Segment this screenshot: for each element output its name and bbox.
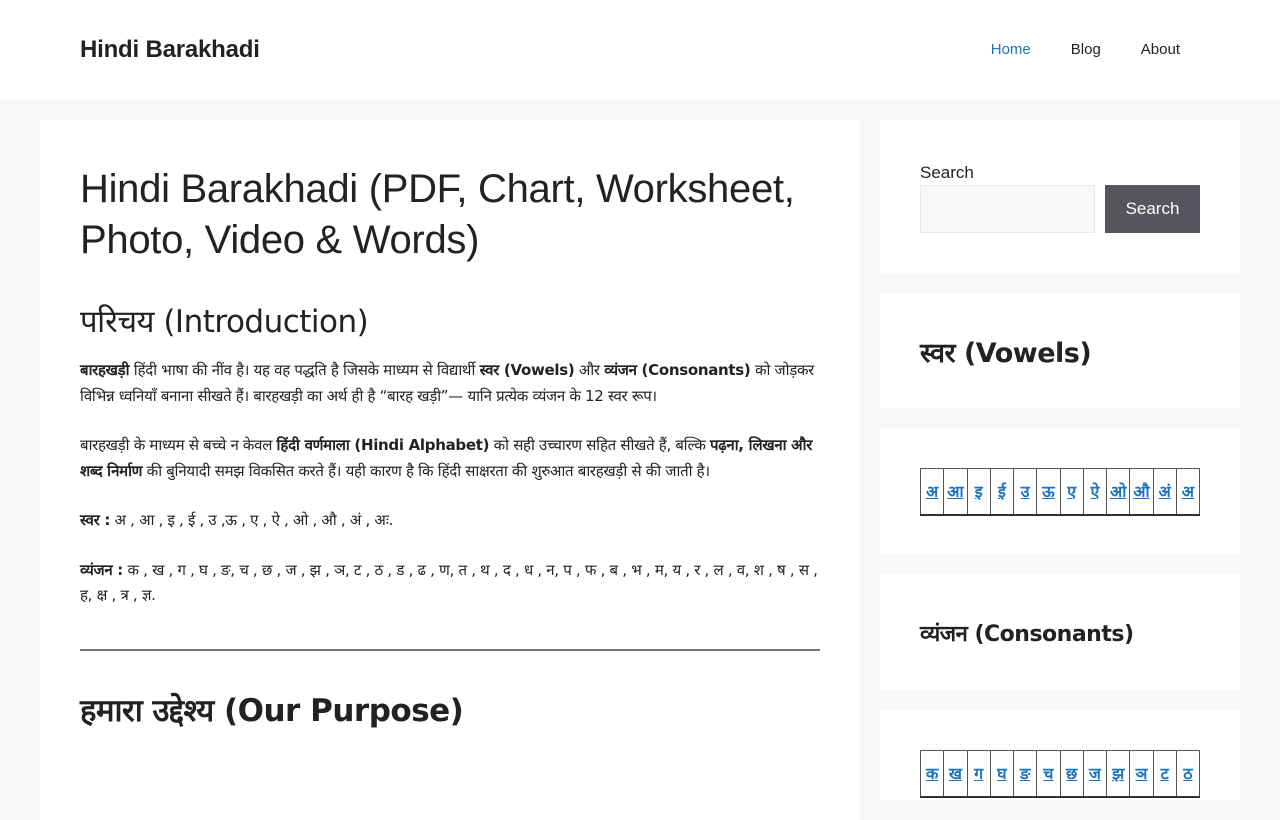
consonant-cell: ञ bbox=[1129, 750, 1154, 798]
bold-vowels: स्वर (Vowels) bbox=[479, 361, 575, 379]
site-title-link[interactable]: Hindi Barakhadi bbox=[80, 36, 260, 64]
article-content: Hindi Barakhadi (PDF, Chart, Worksheet, … bbox=[80, 164, 820, 731]
consonant-cell: च bbox=[1036, 750, 1061, 798]
consonant-link[interactable]: ङ bbox=[1020, 764, 1030, 783]
vowels-table-widget: अ आ इ ई उ ऊ ए ऐ ओ औ अं अ bbox=[880, 428, 1240, 554]
vowel-link[interactable]: औ bbox=[1133, 482, 1149, 501]
consonant-cell: छ bbox=[1059, 750, 1084, 798]
vowel-cell: अं bbox=[1152, 468, 1177, 516]
vowel-link[interactable]: अ bbox=[1182, 482, 1194, 501]
consonant-link[interactable]: ठ bbox=[1183, 764, 1192, 783]
vowel-cell: आ bbox=[943, 468, 968, 516]
text-span: और bbox=[574, 361, 605, 379]
page-title: Hindi Barakhadi (PDF, Chart, Worksheet, … bbox=[80, 167, 795, 262]
vowels-label: स्वर : bbox=[80, 511, 111, 529]
search-button[interactable]: Search bbox=[1105, 185, 1200, 233]
vowel-link[interactable]: अ bbox=[926, 482, 938, 501]
consonant-cell: ज bbox=[1082, 750, 1108, 798]
nav-home[interactable]: Home bbox=[991, 41, 1031, 58]
consonant-link[interactable]: ज bbox=[1089, 764, 1101, 783]
consonant-cell: झ bbox=[1105, 750, 1131, 798]
consonant-cell: ट bbox=[1152, 750, 1177, 798]
search-label: Search bbox=[920, 163, 974, 182]
vowels-table: अ आ इ ई उ ऊ ए ऐ ओ औ अं अ bbox=[919, 468, 1201, 516]
consonants-list-paragraph: व्यंजन : क , ख , ग , घ , ङ, च , छ , ज , … bbox=[80, 558, 820, 609]
benefits-paragraph: बारहखड़ी के माध्यम से बच्चे न केवल हिंदी… bbox=[80, 433, 820, 484]
bold-hindi-alphabet: हिंदी वर्णमाला (Hindi Alphabet) bbox=[276, 436, 490, 454]
vowel-cell: ए bbox=[1059, 468, 1084, 516]
vowels-widget-heading: स्वर (Vowels) bbox=[920, 338, 1092, 369]
consonant-link[interactable]: क bbox=[926, 764, 938, 783]
vowels-list-paragraph: स्वर : अ , आ , इ , ई , उ ,ऊ , ए , ऐ , ओ … bbox=[80, 508, 820, 534]
vowel-link[interactable]: ए bbox=[1067, 482, 1076, 501]
consonant-link[interactable]: झ bbox=[1112, 764, 1124, 783]
consonants-label: व्यंजन : bbox=[80, 560, 124, 579]
vowel-link[interactable]: इ bbox=[975, 482, 983, 501]
bold-barakhadi: बारहखड़ी bbox=[80, 361, 130, 379]
consonant-cell: ठ bbox=[1175, 750, 1201, 798]
consonant-cell: ङ bbox=[1012, 750, 1038, 798]
vowel-link[interactable]: अं bbox=[1159, 482, 1171, 501]
site-header: Hindi Barakhadi Home Blog About bbox=[0, 0, 1280, 100]
vowel-link[interactable]: आ bbox=[947, 482, 963, 501]
vowel-link[interactable]: ओ bbox=[1110, 482, 1126, 501]
consonants-widget-heading: व्यंजन (Consonants) bbox=[920, 622, 1134, 647]
purpose-heading: हमारा उद्देश्य (Our Purpose) bbox=[80, 692, 464, 729]
intro-paragraph: बारहखड़ी हिंदी भाषा की नींव है। यह वह पद… bbox=[80, 358, 820, 409]
vowel-link[interactable]: ऊ bbox=[1042, 482, 1055, 501]
consonants-list: क , ख , ग , घ , ङ, च , छ , ज , झ , ञ, ट … bbox=[80, 560, 818, 605]
vowel-cell: ओ bbox=[1105, 468, 1131, 516]
consonant-link[interactable]: च bbox=[1043, 764, 1053, 783]
vowel-cell: अ bbox=[919, 468, 945, 516]
text-span: हिंदी भाषा की नींव है। यह वह पद्धति है ज… bbox=[129, 361, 480, 379]
consonants-table: क ख ग घ ङ च छ ज झ ञ ट ठ bbox=[919, 750, 1201, 798]
bold-consonants: व्यंजन (Consonants) bbox=[604, 361, 751, 379]
text-span: की बुनियादी समझ विकसित करते हैं। यही कार… bbox=[142, 461, 710, 480]
consonant-link[interactable]: ट bbox=[1161, 764, 1169, 783]
consonants-heading-widget: व्यंजन (Consonants) bbox=[880, 574, 1240, 690]
vowel-link[interactable]: ऐ bbox=[1090, 482, 1099, 501]
vowel-cell: उ bbox=[1012, 468, 1038, 516]
section-divider bbox=[80, 648, 820, 651]
nav-blog[interactable]: Blog bbox=[1071, 41, 1101, 58]
consonant-cell: घ bbox=[989, 750, 1015, 798]
article-card: Hindi Barakhadi (PDF, Chart, Worksheet, … bbox=[40, 120, 860, 820]
vowel-link[interactable]: ई bbox=[998, 482, 1006, 501]
vowel-cell: ई bbox=[989, 468, 1015, 516]
consonant-cell: क bbox=[919, 750, 945, 798]
consonants-table-widget: क ख ग घ ङ च छ ज झ ञ ट ठ bbox=[880, 710, 1240, 800]
text-span: को सही उच्चारण सहित सीखते हैं, बल्कि bbox=[489, 436, 711, 454]
consonant-link[interactable]: ग bbox=[974, 764, 983, 783]
main-nav: Home Blog About bbox=[951, 41, 1180, 58]
vowel-cell: ऊ bbox=[1036, 468, 1061, 516]
search-input[interactable] bbox=[920, 185, 1095, 233]
search-widget: Search Search bbox=[880, 120, 1240, 273]
vowel-cell: इ bbox=[966, 468, 991, 516]
vowel-cell: औ bbox=[1129, 468, 1154, 516]
intro-heading: परिचय (Introduction) bbox=[80, 304, 369, 340]
text-span: बारहखड़ी के माध्यम से बच्चे न केवल bbox=[80, 436, 277, 454]
vowel-cell: अ bbox=[1175, 468, 1201, 516]
consonant-cell: ख bbox=[943, 750, 968, 798]
vowel-cell: ऐ bbox=[1082, 468, 1108, 516]
vowels-list: अ , आ , इ , ई , उ ,ऊ , ए , ऐ , ओ , औ , अ… bbox=[110, 511, 394, 529]
consonant-cell: ग bbox=[966, 750, 991, 798]
consonant-link[interactable]: ञ bbox=[1135, 764, 1147, 783]
vowel-link[interactable]: उ bbox=[1021, 482, 1030, 501]
vowels-heading-widget: स्वर (Vowels) bbox=[880, 293, 1240, 408]
nav-about[interactable]: About bbox=[1141, 41, 1180, 58]
consonant-link[interactable]: ख bbox=[949, 764, 962, 783]
consonant-link[interactable]: घ bbox=[997, 764, 1006, 783]
consonant-link[interactable]: छ bbox=[1066, 764, 1077, 783]
